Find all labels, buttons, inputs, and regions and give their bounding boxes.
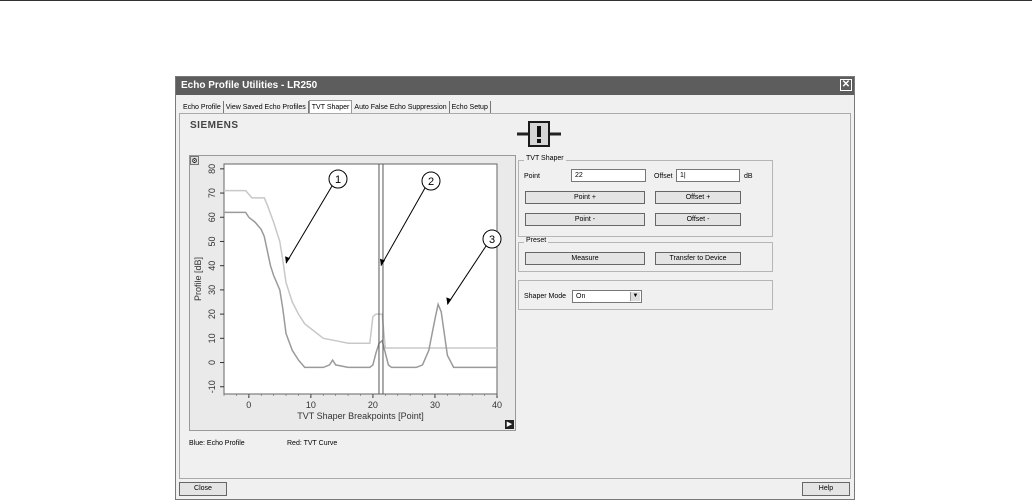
siemens-logo: SIEMENS xyxy=(190,120,239,131)
preset-group: Preset Measure Transfer to Device xyxy=(518,237,773,272)
shaper-mode-group: Shaper Mode On ▼ xyxy=(518,280,773,310)
preset-title: Preset xyxy=(524,237,549,244)
y-tick-label: 50 xyxy=(207,236,217,246)
legend-echo-profile: Blue: Echo Profile xyxy=(189,440,245,447)
zoom-icon[interactable]: ⚙ xyxy=(190,156,199,165)
point-field[interactable] xyxy=(571,169,646,182)
offset-unit: dB xyxy=(744,173,753,180)
title-bar: Echo Profile Utilities - LR250 ✕ xyxy=(176,77,854,95)
legend-tvt-curve: Red: TVT Curve xyxy=(287,440,338,447)
callout-number: 3 xyxy=(489,234,495,246)
offset-label: Offset xyxy=(654,173,673,180)
tab-strip: Echo Profile View Saved Echo Profiles TVT … xyxy=(181,100,491,114)
window-title: Echo Profile Utilities - LR250 xyxy=(181,80,318,91)
chevron-down-icon[interactable]: ▼ xyxy=(630,292,640,301)
x-axis-label: TVT Shaper Breakpoints [Point] xyxy=(297,411,423,421)
tvt-shaper-title: TVT Shaper xyxy=(524,155,566,162)
help-button[interactable]: Help xyxy=(802,482,850,496)
x-tick-label: 10 xyxy=(306,400,316,410)
x-tick-label: 40 xyxy=(492,400,502,410)
y-axis-label: Profile [dB] xyxy=(193,257,203,301)
page-top-rule xyxy=(0,0,1032,1)
echo-profile-plot[interactable]: ⚙ -10 0 10 20 30 40 50 60 70 80 0 10 20 30 40 TVT Shape… xyxy=(189,155,516,431)
x-tick-label: 0 xyxy=(246,400,251,410)
point-minus-button[interactable]: Point - xyxy=(525,213,645,226)
y-tick-label: -10 xyxy=(207,380,217,393)
point-label: Point xyxy=(524,173,540,180)
callout-number: 2 xyxy=(428,176,434,188)
x-tick-label: 30 xyxy=(430,400,440,410)
y-tick-label: 20 xyxy=(207,309,217,319)
echo-profile-utilities-window: Echo Profile Utilities - LR250 ✕ Echo Pr… xyxy=(175,76,855,500)
shaper-mode-label: Shaper Mode xyxy=(524,293,567,300)
x-tick-label: 20 xyxy=(368,400,378,410)
warning-icon xyxy=(517,121,561,147)
offset-plus-button[interactable]: Offset + xyxy=(655,191,741,204)
shaper-mode-value: On xyxy=(576,293,586,300)
offset-minus-button[interactable]: Offset - xyxy=(655,213,741,226)
y-tick-label: 60 xyxy=(207,212,217,222)
tab-tvt-shaper[interactable]: TVT Shaper xyxy=(308,100,353,114)
measure-button[interactable]: Measure xyxy=(525,252,645,265)
offset-field[interactable] xyxy=(676,169,740,182)
y-tick-label: 30 xyxy=(207,285,217,295)
y-tick-label: 10 xyxy=(207,333,217,343)
y-tick-label: 0 xyxy=(207,360,217,365)
close-icon[interactable]: ✕ xyxy=(840,79,852,91)
y-tick-label: 80 xyxy=(207,164,217,174)
shaper-mode-select[interactable]: On ▼ xyxy=(572,290,642,303)
y-tick-label: 70 xyxy=(207,188,217,198)
profile-chart: -10 0 10 20 30 40 50 60 70 80 0 10 20 30 40 TVT Shaper … xyxy=(193,163,502,421)
transfer-to-device-button[interactable]: Transfer to Device xyxy=(655,252,741,265)
point-plus-button[interactable]: Point + xyxy=(525,191,645,204)
close-button[interactable]: Close xyxy=(179,482,227,496)
y-tick-label: 40 xyxy=(207,261,217,271)
callout-number: 1 xyxy=(335,174,341,186)
scroll-end-icon[interactable]: ▶ xyxy=(505,420,514,429)
tvt-shaper-group: TVT Shaper Point Offset dB Point + Offse… xyxy=(518,155,773,237)
